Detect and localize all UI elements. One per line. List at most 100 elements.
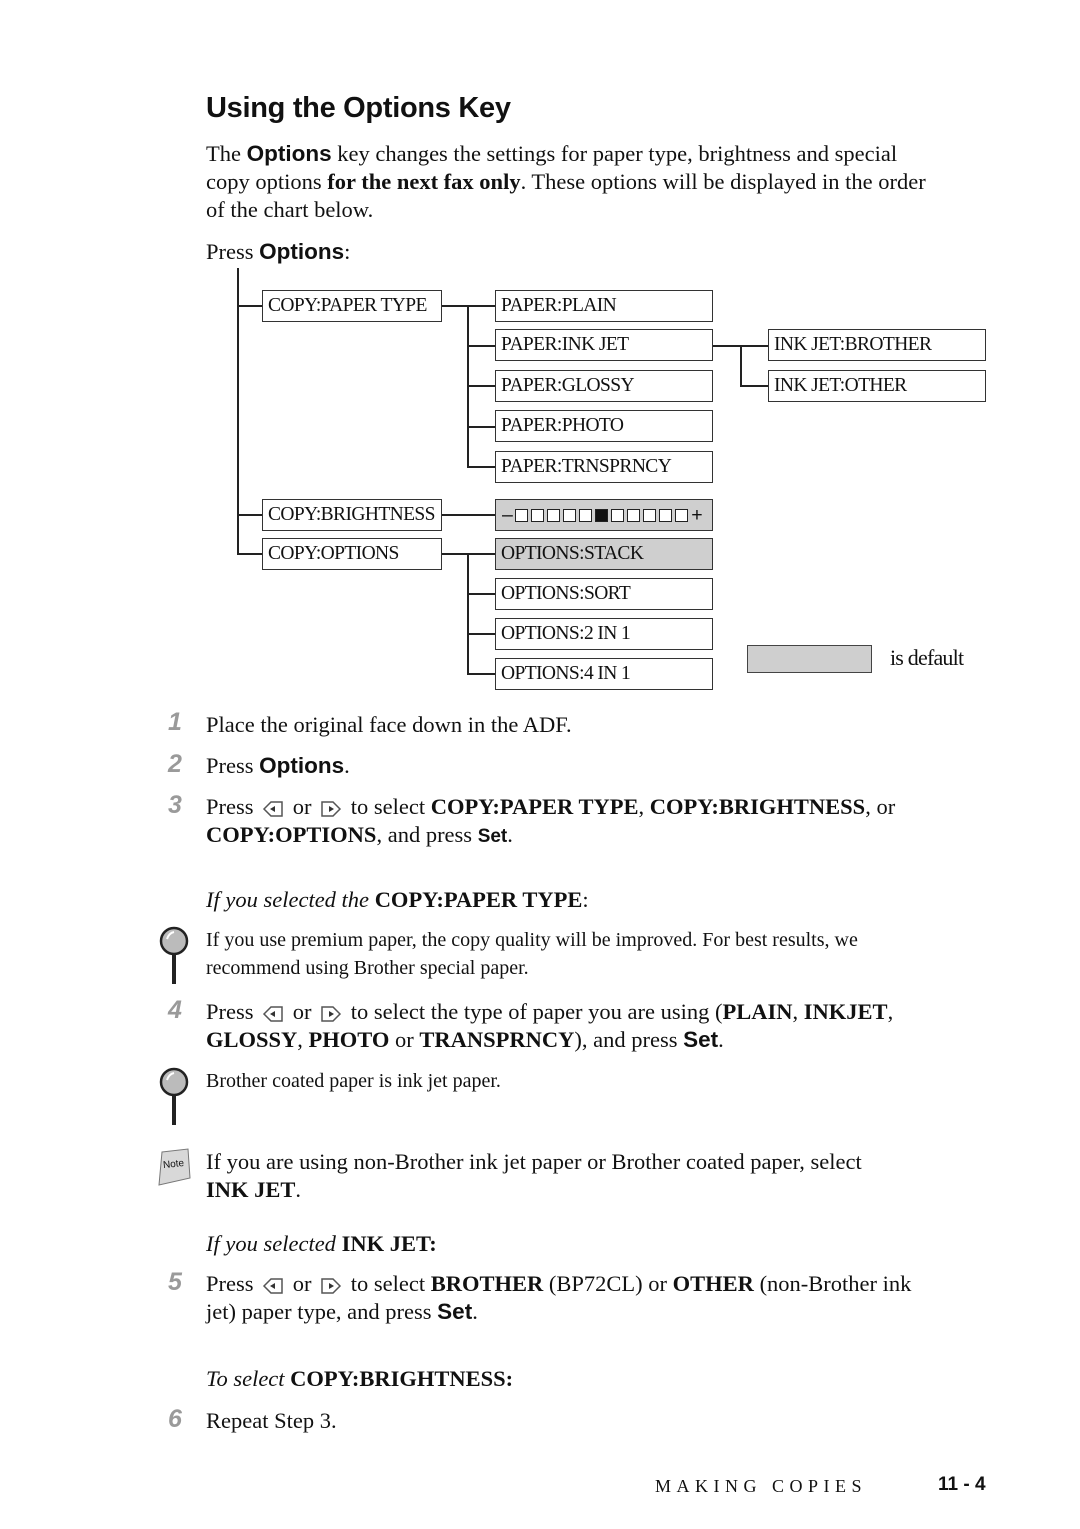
connector <box>467 673 496 675</box>
brightness-level <box>611 508 625 522</box>
text: . <box>507 822 513 847</box>
text: or <box>292 999 312 1024</box>
note-icon: Note <box>156 1148 192 1186</box>
set-key-label: Set <box>437 1299 473 1324</box>
menu-options-stack: OPTIONS:STACK <box>495 538 713 570</box>
text: , <box>297 1027 309 1052</box>
intro-paragraph: The Options key changes the settings for… <box>206 140 1006 224</box>
brightness-level <box>579 508 593 522</box>
connector <box>467 553 469 674</box>
menu-ink-jet-other: INK JET:OTHER <box>768 370 986 402</box>
left-arrow-key-icon <box>263 801 283 817</box>
text: The <box>206 141 247 166</box>
menu-ref: INK JET <box>206 1177 296 1202</box>
menu-ref: COPY:OPTIONS <box>206 822 377 847</box>
menu-ref: COPY:PAPER TYPE <box>430 794 639 819</box>
text: Press <box>206 999 254 1024</box>
text: If you are using non-Brother ink jet pap… <box>206 1149 862 1174</box>
text: Press <box>206 753 260 778</box>
connector <box>237 553 263 555</box>
connector <box>442 305 496 307</box>
text: If you selected <box>206 1231 342 1256</box>
text: . <box>472 1299 478 1324</box>
brightness-level <box>659 508 673 522</box>
emphasis: for the next fax only <box>327 169 521 194</box>
text: ), and press <box>574 1027 684 1052</box>
menu-ref: BROTHER <box>430 1271 544 1296</box>
options-key-label: Options <box>259 753 345 778</box>
text: to select <box>350 794 431 819</box>
connector <box>442 553 496 555</box>
brightness-level <box>627 508 641 522</box>
step-number: 1 <box>168 708 182 736</box>
connector <box>740 385 769 387</box>
tip-1-text: If you use premium paper, the copy quali… <box>206 926 1006 982</box>
magnifier-tip-icon <box>159 1067 189 1125</box>
text: or <box>292 1271 312 1296</box>
tip-2-text: Brother coated paper is ink jet paper. <box>206 1070 501 1092</box>
brightness-plus: + <box>691 503 703 526</box>
menu-ink-jet-brother: INK JET:BROTHER <box>768 329 986 361</box>
text: Press <box>206 239 260 264</box>
text: recommend using Brother special paper. <box>206 957 529 979</box>
text: to select the type of paper you are usin… <box>350 999 723 1024</box>
step-number: 4 <box>168 996 182 1024</box>
brightness-level <box>675 508 689 522</box>
connector <box>237 305 263 307</box>
subheading-ink-jet: If you selected INK JET: <box>206 1230 437 1258</box>
menu-paper-plain: PAPER:PLAIN <box>495 290 713 322</box>
menu-options-sort: OPTIONS:SORT <box>495 578 713 610</box>
default-legend-label: is default <box>890 645 964 670</box>
menu-ref: COPY:BRIGHTNESS <box>649 794 866 819</box>
text: . <box>295 1177 302 1202</box>
menu-ref: INK JET: <box>341 1231 437 1256</box>
set-key-label: Set <box>477 826 508 847</box>
page-number: 11 - 4 <box>938 1474 986 1495</box>
step-5-text: Press or to select BROTHER (BP72CL) or O… <box>206 1270 1006 1326</box>
brightness-scale: – + <box>495 499 713 531</box>
right-arrow-key-icon <box>321 1006 342 1022</box>
left-arrow-key-icon <box>263 1278 283 1294</box>
right-arrow-key-icon <box>321 801 342 817</box>
default-legend-swatch <box>747 645 872 673</box>
brightness-level <box>547 508 561 522</box>
set-key-label: Set <box>683 1027 719 1052</box>
menu-options-4in1: OPTIONS:4 IN 1 <box>495 658 713 690</box>
menu-ref: COPY:PAPER TYPE <box>374 887 583 912</box>
note-text: If you are using non-Brother ink jet pap… <box>206 1148 1006 1204</box>
text: To select <box>206 1366 291 1391</box>
text: If you selected the <box>206 887 375 912</box>
text: key changes the settings for paper type,… <box>331 141 898 166</box>
menu-paper-photo: PAPER:PHOTO <box>495 410 713 442</box>
text: Press <box>206 794 254 819</box>
brightness-level <box>643 508 657 522</box>
step-number: 6 <box>168 1405 182 1433</box>
step-6-text: Repeat Step 3. <box>206 1408 337 1433</box>
subheading-brightness: To select COPY:BRIGHTNESS: <box>206 1365 513 1393</box>
menu-copy-options: COPY:OPTIONS <box>262 538 442 570</box>
text: copy options <box>206 169 328 194</box>
step-2-text: Press Options. <box>206 752 350 780</box>
right-arrow-key-icon <box>321 1278 342 1294</box>
brightness-level <box>563 508 577 522</box>
text: or <box>389 1027 420 1052</box>
menu-ref: TRANSPRNCY <box>419 1027 575 1052</box>
menu-copy-paper-type: COPY:PAPER TYPE <box>262 290 442 322</box>
brightness-levels <box>515 508 689 522</box>
text: , <box>792 999 804 1024</box>
note-label: Note <box>162 1157 185 1172</box>
menu-ref: OTHER <box>672 1271 754 1296</box>
text: or <box>292 794 312 819</box>
menu-paper-ink-jet: PAPER:INK JET <box>495 329 713 361</box>
text: . <box>344 753 350 778</box>
text: : <box>582 887 589 912</box>
connector <box>467 593 496 595</box>
step-4-text: Press or to select the type of paper you… <box>206 998 1006 1054</box>
connector <box>467 345 496 347</box>
brightness-minus: – <box>502 503 513 526</box>
connector <box>467 426 496 428</box>
menu-copy-brightness: COPY:BRIGHTNESS <box>262 499 442 531</box>
connector <box>467 466 496 468</box>
text: , <box>638 794 650 819</box>
text: of the chart below. <box>206 197 374 222</box>
